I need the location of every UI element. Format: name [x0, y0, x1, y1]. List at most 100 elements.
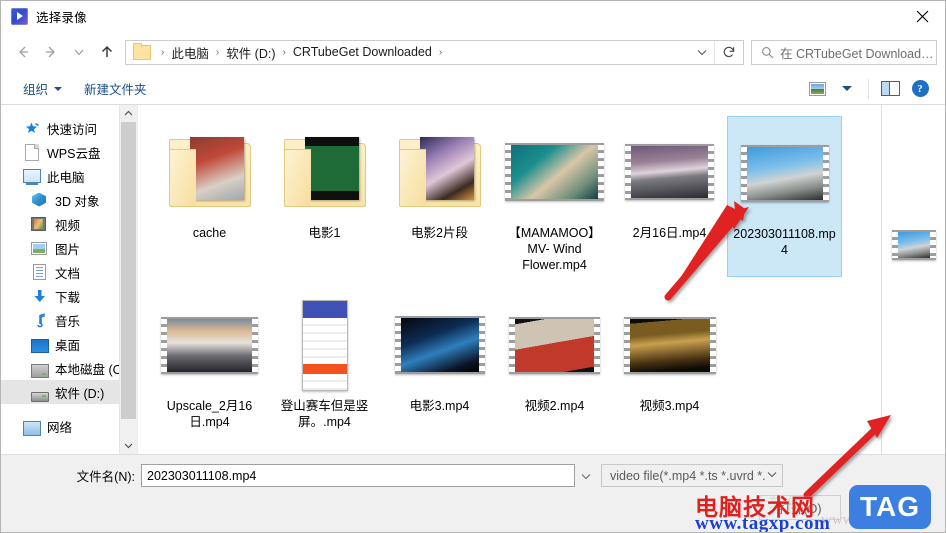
- sidebar-item-label: 桌面: [55, 338, 81, 353]
- video-thumbnail-portrait: [301, 295, 348, 395]
- chevron-down-icon[interactable]: [120, 437, 137, 454]
- video-player-icon: [11, 7, 28, 25]
- dialog-body: 快速访问 WPS云盘 此电脑 3D 对象 视频 图片 文档 下载 音乐 桌面 本…: [1, 105, 945, 454]
- sidebar-item-label: WPS云盘: [47, 146, 101, 161]
- file-name-label: Upscale_2月16日.mp4: [166, 399, 253, 429]
- file-name-label: 登山赛车但是竖屏。.mp4: [280, 399, 369, 429]
- sidebar-item-label: 此电脑: [47, 170, 85, 185]
- folder-icon: [168, 137, 251, 207]
- forward-button[interactable]: [37, 38, 65, 66]
- drive-icon: [31, 384, 49, 402]
- file-row-2: Upscale_2月16日.mp4 登山赛车但是竖屏。.mp4 电影3.mp4 …: [152, 289, 881, 434]
- star-pin-icon: [23, 120, 40, 137]
- sidebar-item-label: 软件 (D:): [55, 386, 105, 401]
- file-item-cache[interactable]: cache: [152, 116, 267, 277]
- back-button[interactable]: [9, 38, 37, 66]
- file-item-movie2-clip[interactable]: 电影2片段: [382, 116, 497, 277]
- file-item-video2[interactable]: 视频2.mp4: [497, 289, 612, 434]
- view-options-chevron-down-icon[interactable]: [832, 73, 862, 105]
- sidebar-item-local-disk-c[interactable]: 本地磁盘 (C:): [1, 356, 137, 380]
- video-thumbnail: [394, 295, 485, 395]
- sidebar-item-drive-d[interactable]: 软件 (D:): [1, 380, 137, 404]
- film-strip-icon: [891, 229, 936, 260]
- file-name-label: 电影2片段: [411, 226, 468, 240]
- file-name-label: 电影3.mp4: [409, 399, 470, 413]
- sidebar-item-videos[interactable]: 视频: [1, 212, 137, 236]
- file-name-label: 202303011108.mp4: [733, 227, 836, 257]
- close-button[interactable]: [899, 1, 945, 31]
- window-title: 选择录像: [36, 10, 87, 25]
- button-row: 打开(O) 取消: [1, 487, 945, 520]
- organize-button[interactable]: 组织: [11, 79, 72, 98]
- search-box[interactable]: 在 CRTubeGet Downloade...: [751, 39, 937, 65]
- file-item-movie1[interactable]: 电影1: [267, 116, 382, 277]
- sidebar-item-3d-objects[interactable]: 3D 对象: [1, 188, 137, 212]
- sidebar-item-quick-access[interactable]: 快速访问: [1, 116, 137, 140]
- folder-thumbnail: [398, 122, 481, 222]
- view-thumbnail-icon[interactable]: [802, 73, 832, 105]
- video-thumbnail: [161, 295, 258, 395]
- new-folder-label: 新建文件夹: [84, 83, 147, 97]
- search-icon: [761, 46, 774, 59]
- toolbar-divider: [868, 78, 869, 99]
- cancel-button[interactable]: 取消: [849, 495, 931, 520]
- file-name-label: 【MAMAMOO】MV- Wind Flower.mp4: [508, 226, 601, 272]
- film-strip-icon: [740, 144, 829, 202]
- filetype-combo[interactable]: video file(*.mp4 *.ts *.uvrd *.: [601, 464, 783, 487]
- document-icon: [23, 143, 40, 161]
- command-bar: 组织 新建文件夹 ?: [1, 73, 945, 105]
- local-disk-icon: [31, 360, 49, 378]
- recent-locations-button[interactable]: [65, 38, 93, 66]
- filename-chevron-down-icon[interactable]: [575, 464, 597, 487]
- file-item-movie3[interactable]: 电影3.mp4: [382, 289, 497, 434]
- search-input[interactable]: 在 CRTubeGet Downloade...: [780, 43, 936, 62]
- sidebar-item-label: 下载: [55, 290, 81, 305]
- file-item-climb-racing[interactable]: 登山赛车但是竖屏。.mp4: [267, 289, 382, 434]
- film-strip-icon: [625, 144, 714, 200]
- breadcrumb-item-0[interactable]: 此电脑: [170, 43, 210, 62]
- filename-label: 文件名(N):: [76, 470, 135, 484]
- desktop-icon: [31, 336, 49, 353]
- help-icon[interactable]: ?: [905, 73, 935, 105]
- sidebar-item-network[interactable]: 网络: [1, 414, 137, 438]
- breadcrumb-item-2[interactable]: CRTubeGet Downloaded: [292, 45, 433, 59]
- film-strip-icon: [505, 143, 604, 201]
- chevron-up-icon[interactable]: [120, 105, 137, 122]
- sidebar-item-label: 快速访问: [47, 122, 98, 137]
- navigation-scrollbar[interactable]: [119, 105, 137, 454]
- open-button[interactable]: 打开(O): [759, 495, 841, 520]
- filetype-chevron-down-icon: [766, 468, 778, 483]
- breadcrumb-item-1[interactable]: 软件 (D:): [225, 43, 276, 62]
- file-item-202303011108[interactable]: 202303011108.mp4: [727, 116, 842, 277]
- file-item-feb16[interactable]: 2月16日.mp4: [612, 116, 727, 277]
- sidebar-item-documents[interactable]: 文档: [1, 260, 137, 284]
- network-icon: [23, 418, 41, 436]
- filename-input[interactable]: 202303011108.mp4: [141, 464, 575, 487]
- sidebar-item-wps-cloud[interactable]: WPS云盘: [1, 140, 137, 164]
- filetype-value: video file(*.mp4 *.ts *.uvrd *.: [610, 468, 766, 483]
- up-button[interactable]: [93, 38, 121, 66]
- file-item-mamamoo[interactable]: 【MAMAMOO】MV- Wind Flower.mp4: [497, 116, 612, 277]
- preview-thumbnail: [891, 229, 936, 260]
- video-thumbnail: [625, 122, 714, 222]
- scrollbar-thumb[interactable]: [121, 122, 136, 419]
- chevron-down-icon[interactable]: [690, 41, 714, 64]
- preview-pane-icon[interactable]: [875, 73, 905, 105]
- downloads-icon: [31, 288, 48, 305]
- breadcrumb-separator: ›: [438, 46, 443, 58]
- breadcrumb[interactable]: › 此电脑 › 软件 (D:) › CRTubeGet Downloaded ›: [125, 39, 744, 65]
- sidebar-item-downloads[interactable]: 下载: [1, 284, 137, 308]
- file-list-view[interactable]: cache 电影1 电影2片段 【MAMAMOO】MV- Wind Flower…: [137, 105, 881, 454]
- video-thumbnail: [740, 123, 829, 223]
- sidebar-item-this-pc[interactable]: 此电脑: [1, 164, 137, 188]
- sidebar-item-pictures[interactable]: 图片: [1, 236, 137, 260]
- new-folder-button[interactable]: 新建文件夹: [72, 79, 157, 98]
- file-item-video3[interactable]: 视频3.mp4: [612, 289, 727, 434]
- file-item-upscale-feb16[interactable]: Upscale_2月16日.mp4: [152, 289, 267, 434]
- breadcrumb-separator: ›: [161, 46, 165, 58]
- sidebar-item-desktop[interactable]: 桌面: [1, 332, 137, 356]
- sidebar-item-music[interactable]: 音乐: [1, 308, 137, 332]
- refresh-icon[interactable]: [714, 40, 743, 64]
- 3d-objects-icon: [31, 192, 48, 209]
